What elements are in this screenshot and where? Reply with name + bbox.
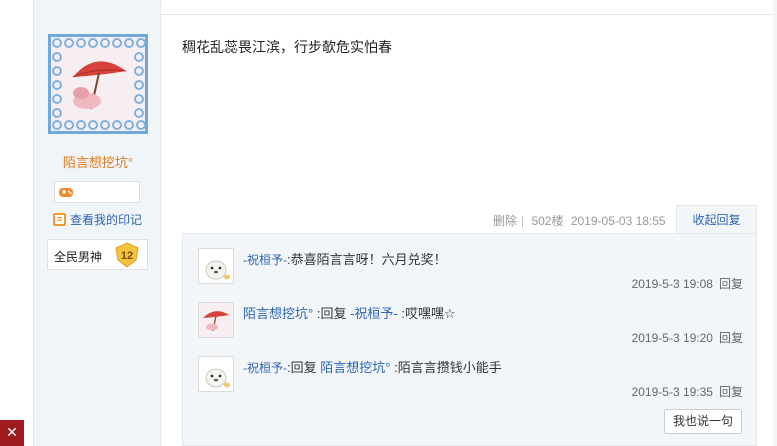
dog-avatar-icon (199, 357, 233, 391)
reply-line: -祝桓予-:恭喜陌言言呀！六月兑奖！ (243, 249, 447, 268)
reply-word: 回复 (290, 360, 321, 375)
reply-text: :陌言言攒钱小能手 (394, 360, 502, 375)
divider (161, 14, 777, 15)
view-imprint-link[interactable]: 查看我的印记 (52, 211, 142, 228)
close-icon: ✕ (6, 424, 18, 440)
separator: | (521, 214, 525, 228)
close-button[interactable]: ✕ (0, 420, 24, 446)
reply-avatar[interactable] (198, 356, 234, 392)
scrollbar-edge (773, 0, 777, 446)
post-tail: 删除 | 502楼 2019-05-03 18:55 (493, 212, 670, 229)
reply-target[interactable]: 陌言想挖坑° (320, 360, 390, 375)
delete-link[interactable]: 删除 (493, 214, 517, 228)
imprint-label: 查看我的印记 (70, 213, 143, 227)
left-strip (0, 0, 33, 446)
level-name: 全民男神 (54, 250, 103, 264)
author-avatar[interactable] (48, 34, 148, 134)
reply-button[interactable]: 回复 (719, 385, 743, 399)
reply-username[interactable]: -祝桓予- (243, 253, 287, 267)
reply-target[interactable]: -祝桓予- (350, 306, 398, 321)
reply-word: 回复 (320, 306, 351, 321)
reply-item: -祝桓予-:回复 陌言想挖坑° :陌言言攒钱小能手 2019-5-3 19:35… (183, 342, 758, 402)
reply-username[interactable]: -祝桓予- (243, 361, 287, 375)
badge-box (54, 181, 140, 203)
post-page: ✕ 陌言想挖坑° 查看我的印记 全民男神 12 稠花乱蕊畏江滨，行步欹危实怕春 … (0, 0, 777, 446)
reply-line: -祝桓予-:回复 陌言想挖坑° :陌言言攒钱小能手 (243, 357, 502, 376)
reply-text: :哎嘿嘿☆ (401, 306, 456, 321)
dog-avatar-icon (199, 249, 233, 283)
reply-line: 陌言想挖坑° :回复 -祝桓予- :哎嘿嘿☆ (243, 303, 456, 322)
collapse-replies-button[interactable]: 收起回复 (676, 205, 757, 234)
umbrella-art-icon (51, 37, 145, 131)
reply-item: -祝桓予-:恭喜陌言言呀！六月兑奖！ 2019-5-3 19:08 回复 (183, 234, 758, 294)
gamepad-icon[interactable] (58, 185, 74, 199)
author-username[interactable]: 陌言想挖坑° (34, 152, 162, 171)
level-badge[interactable]: 全民男神 12 (47, 239, 148, 270)
reply-avatar[interactable] (198, 302, 234, 338)
book-icon (53, 213, 66, 226)
post-timestamp: 2019-05-03 18:55 (570, 214, 666, 228)
author-panel: 陌言想挖坑° 查看我的印记 全民男神 12 (33, 0, 161, 446)
post-content: 稠花乱蕊畏江滨，行步欹危实怕春 (182, 39, 392, 55)
floor-number: 502楼 (531, 214, 564, 228)
add-comment-button[interactable]: 我也说一句 (664, 409, 742, 434)
reply-meta: 2019-5-3 19:35 回复 (632, 383, 743, 400)
reply-username[interactable]: 陌言想挖坑° (243, 306, 313, 321)
reply-avatar[interactable] (198, 248, 234, 284)
level-number: 12 (121, 250, 133, 262)
reply-text: 恭喜陌言言呀！六月兑奖！ (290, 252, 447, 267)
level-shield-icon: 12 (115, 242, 139, 268)
umbrella-art-icon (199, 303, 233, 337)
reply-item: 陌言想挖坑° :回复 -祝桓予- :哎嘿嘿☆ 2019-5-3 19:20 回复 (183, 288, 758, 348)
replies-panel: -祝桓予-:恭喜陌言言呀！六月兑奖！ 2019-5-3 19:08 回复 陌言想挖… (182, 233, 757, 446)
reply-time: 2019-5-3 19:35 (631, 385, 713, 399)
